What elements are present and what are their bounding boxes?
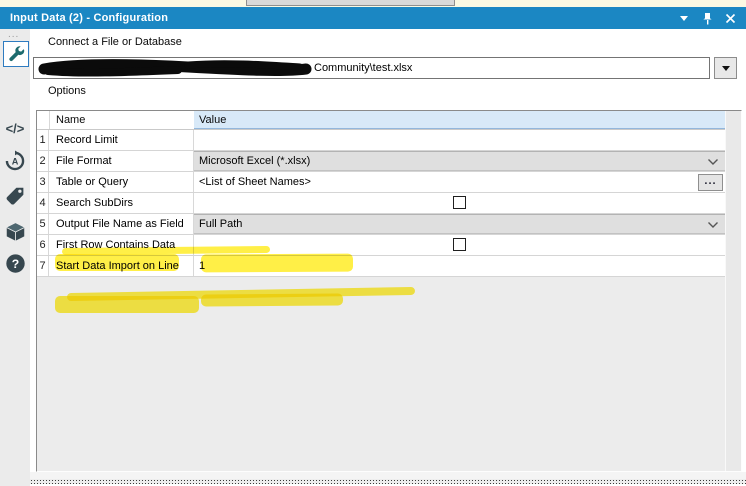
file-path-dropdown-button[interactable] (714, 57, 737, 79)
chevron-down-icon (707, 221, 719, 229)
wrench-icon (7, 45, 26, 64)
close-icon[interactable] (723, 11, 737, 25)
code-brackets-icon: </> (5, 121, 25, 136)
table-row: 7 Start Data Import on Line 1 (37, 256, 726, 277)
start-data-import-input[interactable]: 1 (194, 256, 726, 276)
options-label: Options (48, 85, 86, 97)
sidebar-item-configuration[interactable] (3, 41, 29, 67)
row-number: 7 (37, 256, 49, 276)
svg-text:A: A (12, 157, 19, 167)
pin-icon[interactable] (700, 11, 714, 25)
output-file-name-dropdown[interactable]: Full Path (194, 214, 726, 234)
row-name-record-limit[interactable]: Record Limit (49, 130, 194, 150)
row-number: 3 (37, 172, 49, 192)
first-row-contains-data-cell (194, 235, 726, 255)
row-name-file-format[interactable]: File Format (49, 151, 194, 171)
sidebar-item-metadata[interactable]: </> (0, 121, 30, 136)
config-sidebar: ... </> A ? (0, 29, 30, 486)
grid-header-row: Name Value (37, 111, 726, 130)
chevron-down-icon (707, 158, 719, 166)
panel-title: Input Data (2) - Configuration (10, 12, 169, 24)
column-header-name[interactable]: Name (56, 114, 85, 126)
grip-dots-icon[interactable]: ... (8, 30, 19, 40)
row-name-table-or-query[interactable]: Table or Query (49, 172, 194, 192)
table-row: 2 File Format Microsoft Excel (*.xlsx) (37, 151, 726, 172)
file-path-input[interactable]: Community\test.xlsx (33, 57, 710, 79)
grid-vertical-scrollbar[interactable] (725, 111, 741, 471)
highlight-stroke (66, 286, 416, 302)
row-number: 1 (37, 130, 49, 150)
table-row: 1 Record Limit (37, 130, 726, 151)
panel-titlebar: Input Data (2) - Configuration (0, 7, 746, 29)
chevron-down-icon[interactable] (677, 11, 691, 25)
row-number: 4 (37, 193, 49, 213)
sidebar-item-help[interactable]: ? (0, 253, 30, 274)
svg-text:?: ? (11, 257, 18, 271)
redaction-scribble (38, 59, 313, 78)
output-file-name-value: Full Path (199, 218, 243, 230)
row-name-start-data-import[interactable]: Start Data Import on Line (49, 256, 194, 276)
table-row: 6 First Row Contains Data (37, 235, 726, 256)
row-name-first-row-contains-data[interactable]: First Row Contains Data (49, 235, 194, 255)
row-number: 6 (37, 235, 49, 255)
row-number: 5 (37, 214, 49, 234)
column-header-value: Value (199, 114, 227, 126)
record-limit-input[interactable] (194, 130, 726, 150)
sidebar-item-package[interactable] (0, 222, 30, 242)
dock-splitter-handle[interactable] (30, 479, 746, 484)
first-row-contains-data-checkbox[interactable] (453, 238, 466, 251)
table-or-query-value: <List of Sheet Names> (199, 176, 311, 188)
scrollbar-fragment[interactable] (246, 0, 455, 6)
row-name-output-file-name-as-field[interactable]: Output File Name as Field (49, 214, 194, 234)
browse-button[interactable]: ... (698, 174, 723, 191)
column-header-value-cell[interactable]: Value (194, 111, 726, 129)
search-subdirs-cell (194, 193, 726, 213)
sidebar-item-annotation[interactable]: A (0, 150, 30, 172)
sidebar-item-tag[interactable] (0, 186, 30, 207)
file-path-value: Community\test.xlsx (314, 62, 413, 74)
highlight-output-file-name (55, 296, 199, 313)
file-format-value: Microsoft Excel (*.xlsx) (199, 155, 311, 167)
highlight-full-path-value (200, 293, 344, 307)
row-number: 2 (37, 151, 49, 171)
connect-label: Connect a File or Database (48, 36, 182, 48)
file-format-dropdown[interactable]: Microsoft Excel (*.xlsx) (194, 151, 726, 171)
tag-icon (5, 186, 26, 207)
row-name-search-subdirs[interactable]: Search SubDirs (49, 193, 194, 213)
table-or-query-field[interactable]: <List of Sheet Names> ... (194, 172, 726, 192)
circular-arrow-a-icon: A (4, 150, 26, 172)
help-icon: ? (5, 253, 26, 274)
config-panel-body: Connect a File or Database Community\tes… (30, 29, 746, 479)
table-row: 3 Table or Query <List of Sheet Names> .… (37, 172, 726, 193)
search-subdirs-checkbox[interactable] (453, 196, 466, 209)
table-row: 4 Search SubDirs (37, 193, 726, 214)
table-row: 5 Output File Name as Field Full Path (37, 214, 726, 235)
options-grid: Name Value 1 Record Limit 2 File Format … (36, 110, 742, 472)
package-icon (5, 222, 26, 242)
caret-down-icon (721, 65, 730, 71)
panel-bottom-margin (30, 472, 746, 479)
